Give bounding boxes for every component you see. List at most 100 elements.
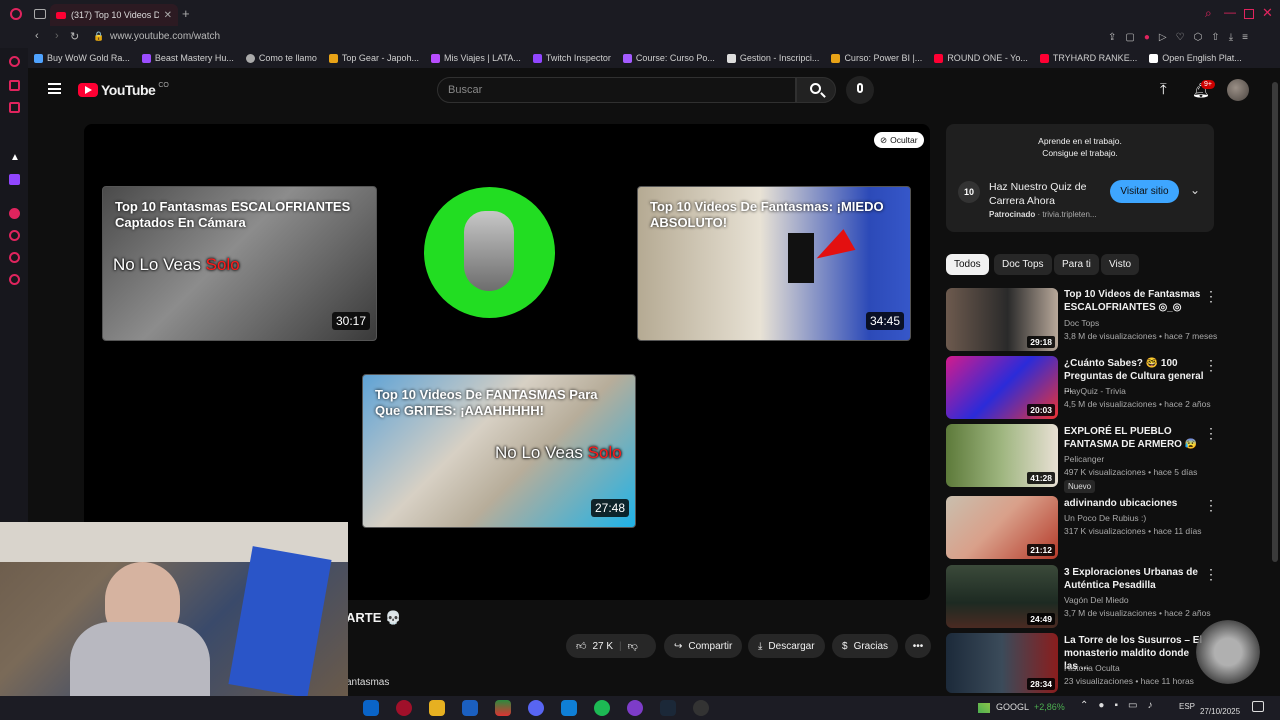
like-dislike-group[interactable]: 👍︎ 27 K | 👎︎ bbox=[566, 634, 656, 658]
forward-icon[interactable]: › bbox=[55, 30, 59, 42]
bookmark-item[interactable]: Open English Plat... bbox=[1143, 53, 1248, 63]
recommendation-title[interactable]: 3 Exploraciones Urbanas de Auténtica Pes… bbox=[1064, 566, 1204, 592]
bookmark-item[interactable]: TRYHARD RANKE... bbox=[1034, 53, 1143, 63]
close-window-icon[interactable]: ✕ bbox=[1262, 5, 1273, 21]
more-vertical-icon[interactable]: ⋮ bbox=[1204, 288, 1218, 305]
scrollbar-thumb[interactable] bbox=[1272, 82, 1278, 562]
filter-chip-visto[interactable]: Visto bbox=[1101, 254, 1140, 275]
more-vertical-icon[interactable]: ⋮ bbox=[1204, 566, 1218, 583]
app-taskbar-icon[interactable] bbox=[495, 700, 511, 716]
endscreen-video-card[interactable]: Top 10 Videos De Fantasmas: ¡MIEDO ABSOL… bbox=[637, 186, 911, 341]
more-vertical-icon[interactable]: ⋮ bbox=[1204, 425, 1218, 442]
bookmark-item[interactable]: Top Gear - Japoh... bbox=[323, 53, 425, 63]
history-icon[interactable] bbox=[9, 230, 20, 241]
bookmark-item[interactable]: ROUND ONE - Yo... bbox=[928, 53, 1034, 63]
bookmark-item[interactable]: Twitch Inspector bbox=[527, 53, 617, 63]
recommendation-channel[interactable]: Un Poco De Rubius :) bbox=[1064, 513, 1146, 523]
filter-chip-doc-tops[interactable]: Doc Tops bbox=[994, 254, 1052, 275]
filter-chip-all[interactable]: Todos bbox=[946, 254, 989, 275]
sidebar-app-icon[interactable]: ▲ bbox=[10, 152, 20, 163]
discord-icon[interactable] bbox=[528, 700, 544, 716]
file-explorer-icon[interactable] bbox=[429, 700, 445, 716]
page-action-icon[interactable]: ⇪ bbox=[1108, 32, 1116, 43]
aria-icon[interactable] bbox=[9, 56, 20, 67]
music-player-icon[interactable] bbox=[9, 208, 20, 219]
upload-icon[interactable]: ⤒ bbox=[1160, 81, 1167, 98]
stock-ticker[interactable]: GOOGL bbox=[996, 702, 1029, 712]
microphone-tray-icon[interactable]: ● bbox=[1098, 700, 1104, 711]
endscreen-video-card[interactable]: Top 10 Fantasmas ESCALOFRIANTES Captados… bbox=[102, 186, 377, 341]
pinboard-icon[interactable] bbox=[9, 102, 20, 113]
recommendation-channel[interactable]: Doc Tops bbox=[1064, 318, 1099, 328]
url-field[interactable]: www.youtube.com/watch bbox=[110, 31, 220, 42]
thanks-button[interactable]: $ Gracias bbox=[832, 634, 899, 658]
volume-icon[interactable]: ♪ bbox=[1147, 700, 1152, 711]
tray-app-icon[interactable]: ▪ bbox=[1114, 700, 1118, 711]
app-taskbar-icon[interactable] bbox=[462, 700, 478, 716]
ad-title[interactable]: Haz Nuestro Quiz de Carrera Ahora bbox=[989, 180, 1099, 208]
recommendation-thumbnail[interactable]: 24:49 bbox=[946, 565, 1058, 628]
endscreen-video-card[interactable]: Top 10 Videos De FANTASMAS Para Que GRIT… bbox=[362, 374, 636, 528]
recommendation-channel[interactable]: Vagón Del Miedo bbox=[1064, 595, 1129, 605]
recommendation-thumbnail[interactable]: 29:18 bbox=[946, 288, 1058, 351]
snapshot-icon[interactable]: ▢ bbox=[1125, 32, 1134, 43]
recommendation-thumbnail[interactable]: 41:28 bbox=[946, 424, 1058, 487]
app-taskbar-icon[interactable] bbox=[627, 700, 643, 716]
recommendation-title[interactable]: adivinando ubicaciones bbox=[1064, 497, 1204, 510]
search-tabs-icon[interactable]: ⌕ bbox=[1205, 6, 1212, 21]
bookmark-item[interactable]: Course: Curso Po... bbox=[617, 53, 721, 63]
more-vertical-icon[interactable]: ⋮ bbox=[1204, 497, 1218, 514]
bookmark-item[interactable]: Mis Viajes | LATA... bbox=[425, 53, 527, 63]
recommendation-title[interactable]: Top 10 Videos de Fantasmas ESCALOFRIANTE… bbox=[1064, 288, 1204, 314]
hide-endscreen-button[interactable]: ⊘ Ocultar bbox=[874, 132, 924, 148]
bookmark-item[interactable]: Como te llamo bbox=[240, 53, 323, 63]
new-tab-icon[interactable]: + bbox=[182, 6, 190, 21]
recommendation-title[interactable]: EXPLORÉ EL PUEBLO FANTASMA DE ARMERO 😰 bbox=[1064, 425, 1204, 451]
share-button[interactable]: ↪ Compartir bbox=[664, 634, 743, 658]
twitch-icon[interactable] bbox=[9, 174, 20, 185]
visit-site-button[interactable]: Visitar sitio bbox=[1110, 180, 1179, 203]
search-input[interactable]: Buscar bbox=[437, 77, 796, 103]
extension-icon[interactable]: ● bbox=[1144, 32, 1150, 43]
chevron-down-icon[interactable]: ⌄ bbox=[1190, 183, 1200, 197]
language-indicator[interactable]: ESP bbox=[1179, 702, 1195, 711]
opera-logo-icon[interactable] bbox=[10, 8, 22, 20]
close-tab-icon[interactable]: ✕ bbox=[164, 10, 172, 21]
extensions-sidebar-icon[interactable] bbox=[9, 252, 20, 263]
network-icon[interactable]: ▭ bbox=[1128, 700, 1137, 711]
recommendation-thumbnail[interactable]: 28:34 bbox=[946, 633, 1058, 693]
bookmark-item[interactable]: Buy WoW Gold Ra... bbox=[28, 53, 136, 63]
workspaces-icon[interactable] bbox=[34, 9, 46, 19]
youtube-logo[interactable]: YouTube CO bbox=[78, 82, 169, 98]
settings-icon[interactable] bbox=[9, 274, 20, 285]
maximize-icon[interactable] bbox=[1244, 9, 1254, 19]
extensions-icon[interactable]: ⬡ bbox=[1194, 32, 1203, 43]
app-taskbar-icon[interactable] bbox=[561, 700, 577, 716]
bookmark-item[interactable]: Beast Mastery Hu... bbox=[136, 53, 240, 63]
player-icon[interactable]: ▷ bbox=[1159, 32, 1167, 43]
recommendation-channel[interactable]: Historia Oculta bbox=[1064, 663, 1120, 673]
more-actions-button[interactable]: ••• bbox=[905, 634, 931, 658]
notification-center-icon[interactable] bbox=[1252, 701, 1264, 712]
channel-subscribe-endcard[interactable] bbox=[424, 187, 555, 318]
back-icon[interactable]: ‹ bbox=[35, 30, 39, 42]
steam-icon[interactable] bbox=[660, 700, 676, 716]
clock-date[interactable]: 27/10/2025 bbox=[1200, 707, 1240, 716]
opera-taskbar-icon[interactable] bbox=[396, 700, 412, 716]
voice-search-button[interactable] bbox=[846, 76, 874, 104]
recommendation-thumbnail[interactable]: 20:03 bbox=[946, 356, 1058, 419]
share-icon[interactable]: ⇧ bbox=[1211, 32, 1219, 43]
browser-tab[interactable]: (317) Top 10 Videos De Fa ✕ bbox=[50, 4, 178, 26]
recommendation-channel[interactable]: PlayQuiz - Trivia bbox=[1064, 386, 1126, 396]
download-button[interactable]: ⤓ Descargar bbox=[748, 634, 825, 658]
hamburger-menu-icon[interactable] bbox=[48, 83, 61, 94]
bookmark-item[interactable]: Curso: Power BI |... bbox=[825, 53, 928, 63]
messenger-icon[interactable] bbox=[9, 80, 20, 91]
like-icon[interactable]: 👍︎ bbox=[576, 640, 586, 652]
spotify-icon[interactable] bbox=[594, 700, 610, 716]
more-vertical-icon[interactable]: ⋮ bbox=[1204, 357, 1218, 374]
minimize-icon[interactable]: — bbox=[1224, 5, 1236, 19]
menu-icon[interactable]: ≡ bbox=[1242, 32, 1248, 43]
reload-icon[interactable]: ↻ bbox=[70, 30, 79, 43]
filter-chip-para-ti[interactable]: Para ti bbox=[1054, 254, 1099, 275]
